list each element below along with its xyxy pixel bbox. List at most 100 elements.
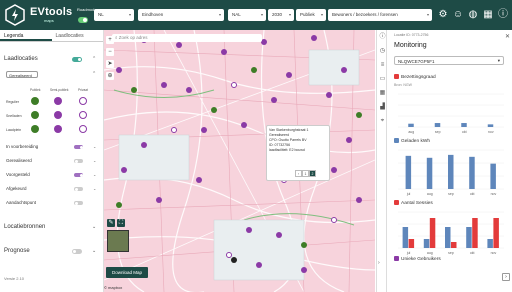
chart3-title: Aantal Sessies bbox=[394, 200, 433, 206]
zoom-out-button[interactable]: − bbox=[106, 48, 114, 56]
brand-subtitle: maps bbox=[44, 18, 54, 23]
col-header-semipubliek: Semi-publiek bbox=[50, 88, 69, 92]
close-icon[interactable]: ✕ bbox=[505, 33, 510, 40]
bar bbox=[451, 242, 457, 248]
brand-title: EVtools bbox=[30, 6, 73, 18]
locate-icon[interactable]: ⊕ bbox=[106, 72, 114, 80]
download-map-button[interactable]: Download Map bbox=[106, 267, 148, 278]
chart1-sub: Bron: NGW bbox=[394, 83, 412, 87]
zoom-in-button[interactable]: + bbox=[106, 36, 114, 44]
tick-label: sep bbox=[435, 130, 441, 134]
col-header-privaat: Privaat bbox=[78, 88, 88, 92]
bar bbox=[408, 239, 415, 248]
bar bbox=[408, 123, 414, 127]
in-voorbereiding-toggle[interactable] bbox=[74, 145, 83, 149]
gear-icon[interactable]: ⚙ bbox=[437, 9, 449, 21]
pager-page-1[interactable]: 1 bbox=[302, 170, 309, 177]
draw-icon[interactable]: ✎ bbox=[107, 219, 115, 227]
locatiebronnen-heading: Locatiebronnen bbox=[4, 224, 46, 230]
info-icon[interactable]: ⓘ bbox=[497, 9, 509, 21]
bar bbox=[493, 218, 499, 248]
municipality-select[interactable]: Eindhoven ▾ bbox=[138, 9, 224, 21]
chevron-down-icon[interactable]: ⌄ bbox=[93, 186, 96, 191]
measure-icon[interactable]: ⛶ bbox=[117, 219, 125, 227]
bar bbox=[445, 227, 451, 248]
gerealiseerd-filter[interactable]: Gerealiseerd bbox=[6, 71, 38, 78]
chart2-title: Geladen kWh bbox=[394, 138, 430, 144]
chevron-down-icon: ▾ bbox=[288, 12, 291, 17]
info-icon[interactable]: ⓘ bbox=[379, 34, 386, 41]
bar bbox=[487, 124, 494, 127]
chevron-down-icon: ▾ bbox=[260, 12, 263, 17]
grid-icon[interactable]: ▦ bbox=[379, 90, 386, 97]
chevron-down-icon: ▾ bbox=[497, 58, 500, 63]
legend-regulier-publiek-icon bbox=[31, 97, 39, 105]
pin-icon[interactable]: ⌖ bbox=[379, 118, 386, 125]
tag-select[interactable]: NAL ▾ bbox=[228, 9, 266, 21]
chart1-title: Bezettingsgraad bbox=[394, 74, 436, 80]
map-canvas[interactable] bbox=[104, 30, 375, 292]
side-rail: ⓘ ◷ ≡ ▭ ▦ ▟ ⌖ bbox=[376, 30, 387, 292]
bar bbox=[469, 156, 475, 189]
user-icon[interactable]: ☺ bbox=[452, 9, 464, 21]
publicity-select[interactable]: Publiek ▾ bbox=[296, 9, 326, 21]
collapse-right-icon[interactable]: › bbox=[378, 260, 380, 266]
tick-label: okt bbox=[462, 130, 467, 134]
occupancy-icon bbox=[394, 74, 399, 79]
tick-label: jul bbox=[406, 251, 411, 255]
bezettingsgraad-chart: aug sep okt nov bbox=[398, 93, 504, 134]
top-bar: EVtools maps Roadmode NL ▾ Eindhoven ▾ NAL… bbox=[0, 0, 512, 30]
aandachtspunt-toggle[interactable] bbox=[74, 201, 83, 205]
row-label-snelladen: Snelladen bbox=[6, 114, 22, 118]
monitoring-panel: Locatie ID: 0773-2756 Monitoring NLQWCE7… bbox=[388, 30, 512, 292]
grid-icon[interactable]: ▦ bbox=[482, 9, 494, 21]
chevron-down-icon[interactable]: ⌄ bbox=[92, 224, 96, 230]
chevron-down-icon[interactable]: ⌄ bbox=[93, 144, 96, 149]
bar bbox=[448, 154, 454, 189]
sub-gerealiseerd: Gerealiseerd bbox=[6, 158, 32, 163]
clock-icon[interactable]: ◷ bbox=[379, 48, 386, 55]
globe-icon[interactable]: ◍ bbox=[467, 9, 479, 21]
users-icon bbox=[394, 256, 399, 261]
country-select[interactable]: NL ▾ bbox=[94, 9, 134, 21]
laadlocaties-toggle[interactable] bbox=[72, 57, 82, 62]
chart-icon[interactable]: ▟ bbox=[379, 104, 386, 111]
charger-select[interactable]: NLQWCE7GP5F1 ▾ bbox=[394, 56, 504, 65]
voorgesteld-toggle[interactable] bbox=[74, 173, 83, 177]
layers-select[interactable]: Bewoners / bezoekers / forensen ▾ bbox=[328, 9, 432, 21]
list-icon[interactable]: ≡ bbox=[379, 62, 386, 69]
road-mode-toggle[interactable] bbox=[78, 17, 88, 23]
energy-icon bbox=[394, 138, 399, 143]
bar bbox=[405, 155, 412, 189]
pager-prev-button[interactable]: ‹ bbox=[295, 170, 302, 177]
pager-page-2[interactable]: 2 bbox=[309, 170, 316, 177]
legend-regulier-privaat-icon bbox=[79, 97, 87, 105]
chevron-up-icon[interactable]: ⌃ bbox=[92, 71, 96, 77]
car-icon[interactable]: ▭ bbox=[379, 76, 386, 83]
aantal-sessies-chart: jul aug sep okt nov bbox=[398, 211, 504, 255]
year-select[interactable]: 2030 ▾ bbox=[268, 9, 294, 21]
chevron-down-icon[interactable]: ⌄ bbox=[93, 172, 96, 177]
afgekeurd-toggle[interactable] bbox=[74, 187, 83, 191]
legend-snelladen-privaat-icon bbox=[79, 111, 87, 119]
tab-legenda[interactable]: Legenda bbox=[0, 30, 52, 41]
col-header-publiek: Publiek bbox=[30, 88, 41, 92]
tick-label: okt bbox=[470, 251, 475, 255]
chevron-down-icon[interactable]: ⌄ bbox=[92, 248, 96, 254]
bar bbox=[466, 227, 472, 248]
gerealiseerd-toggle[interactable] bbox=[74, 159, 83, 163]
legend-regulier-semipubliek-icon bbox=[54, 97, 62, 105]
expand-icon[interactable]: › bbox=[502, 273, 510, 281]
tick-label: sep bbox=[448, 251, 454, 255]
version-label: Versie 2.10 bbox=[4, 276, 25, 281]
address-search-input[interactable]: ⌕ Zoek op adres bbox=[112, 34, 262, 42]
row-label-laadplein: Laadplein bbox=[6, 128, 22, 132]
chevron-up-icon[interactable]: ⌃ bbox=[92, 56, 96, 62]
legend-snelladen-semipubliek-icon bbox=[54, 111, 62, 119]
tab-laadlocaties[interactable]: Laadlocaties bbox=[52, 30, 104, 41]
satellite-minimap[interactable] bbox=[107, 230, 129, 252]
prognose-toggle[interactable] bbox=[72, 249, 82, 254]
compass-icon[interactable]: ➤ bbox=[106, 60, 114, 68]
chevron-down-icon[interactable]: ⌄ bbox=[93, 158, 96, 163]
sub-aandachtspunt: Aandachtspunt bbox=[6, 200, 37, 205]
